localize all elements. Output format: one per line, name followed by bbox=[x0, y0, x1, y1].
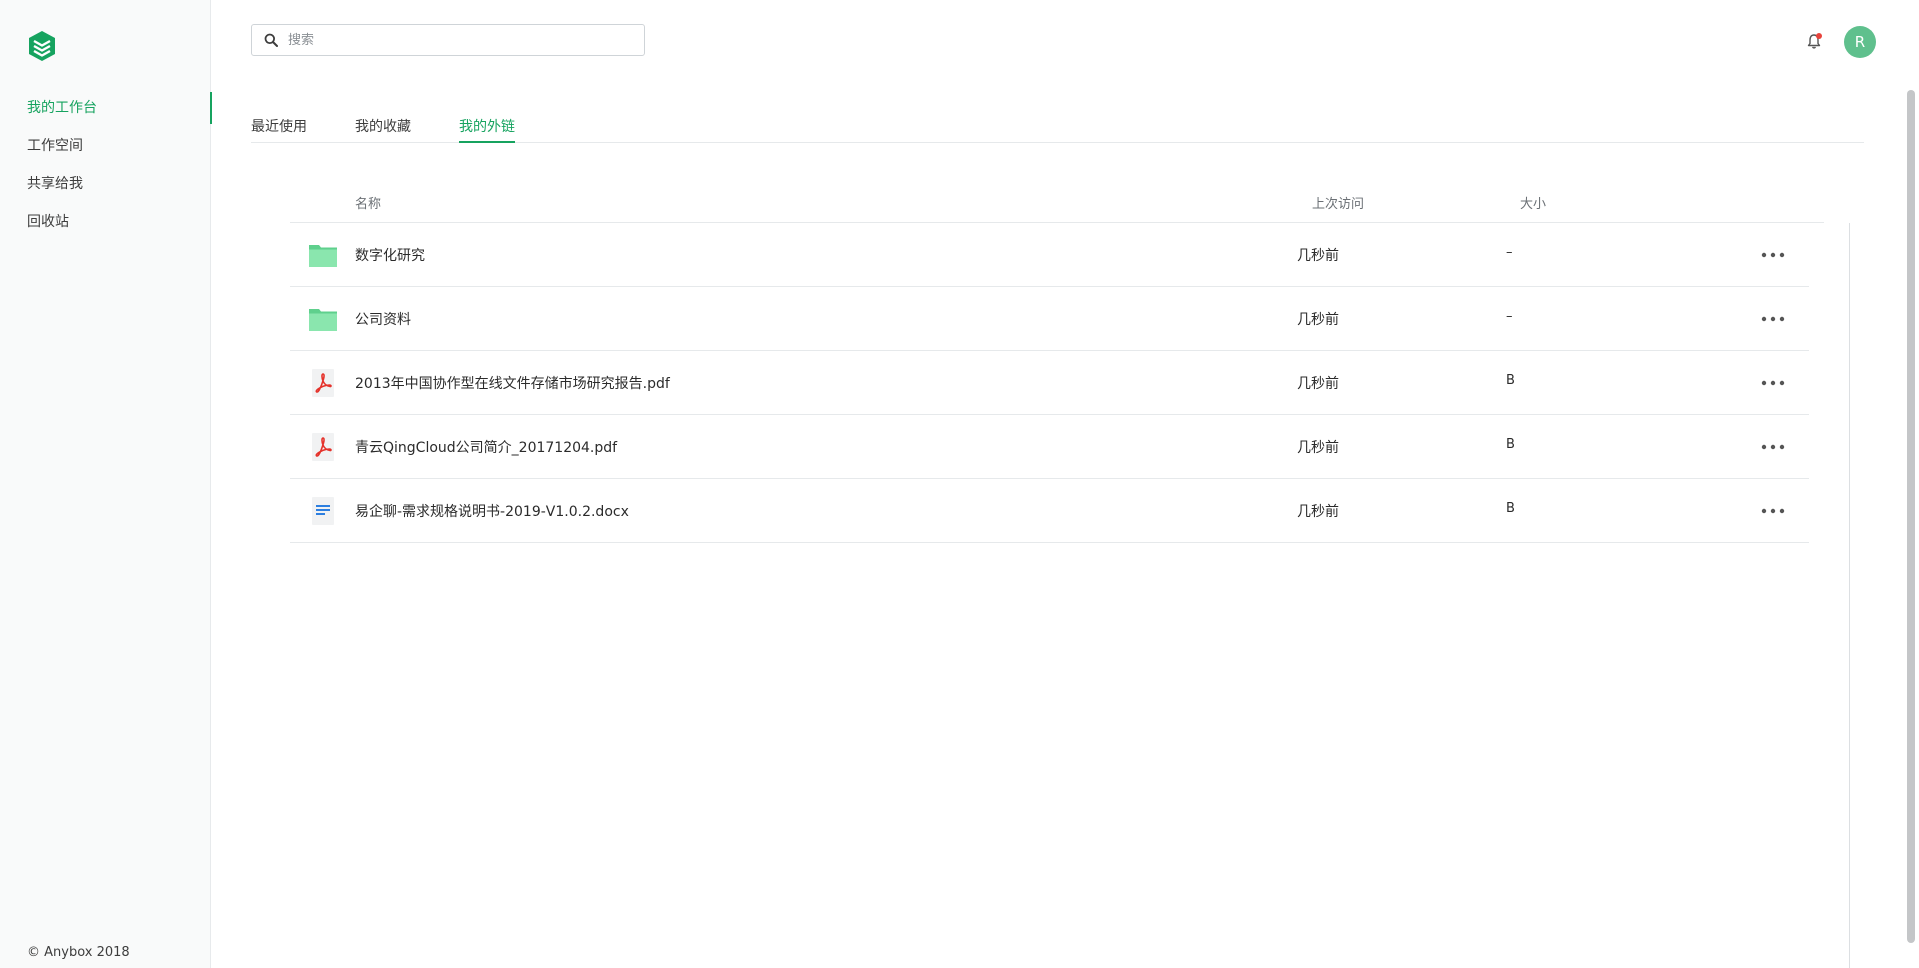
notification-badge bbox=[1816, 33, 1822, 39]
last-visit-time: 几秒前 bbox=[1297, 504, 1339, 520]
column-header-size[interactable]: 大小 bbox=[1520, 193, 1546, 212]
search-icon bbox=[264, 33, 278, 47]
last-visit-time: 几秒前 bbox=[1297, 440, 1339, 456]
copyright-text: © Anybox 2018 bbox=[27, 945, 130, 960]
page-scrollbar[interactable] bbox=[1907, 90, 1915, 943]
file-name[interactable]: 青云QingCloud公司简介_20171204.pdf bbox=[355, 437, 617, 457]
file-size: B bbox=[1506, 501, 1515, 516]
tab-external-links[interactable]: 我的外链 bbox=[459, 116, 515, 143]
sidebar: 我的工作台 工作空间 共享给我 回收站 © Anybox 2018 bbox=[0, 0, 212, 968]
more-options-icon[interactable] bbox=[1760, 373, 1786, 393]
file-size: B bbox=[1506, 373, 1515, 388]
table-row[interactable]: 易企聊-需求规格说明书-2019-V1.0.2.docx 几秒前 B bbox=[290, 479, 1809, 543]
pdf-file-icon bbox=[312, 433, 334, 461]
tab-recent[interactable]: 最近使用 bbox=[251, 116, 307, 143]
sidebar-item-recycle-bin[interactable]: 回收站 bbox=[0, 203, 211, 241]
sidebar-item-workspace[interactable]: 工作空间 bbox=[0, 127, 211, 165]
column-header-name[interactable]: 名称 bbox=[355, 193, 381, 212]
table-row[interactable]: 2013年中国协作型在线文件存储市场研究报告.pdf 几秒前 B bbox=[290, 351, 1809, 415]
avatar[interactable]: R bbox=[1844, 26, 1876, 58]
more-options-icon[interactable] bbox=[1760, 245, 1786, 265]
table-row[interactable]: 公司资料 几秒前 – bbox=[290, 287, 1809, 351]
last-visit-time: 几秒前 bbox=[1297, 312, 1339, 328]
table-row[interactable]: 青云QingCloud公司简介_20171204.pdf 几秒前 B bbox=[290, 415, 1809, 479]
search-input[interactable] bbox=[286, 25, 636, 55]
folder-icon bbox=[309, 309, 337, 331]
file-list: 数字化研究 几秒前 – 公司资料 几秒前 – 2013年中国协作型在线文件存储市… bbox=[290, 223, 1809, 543]
sidebar-nav: 我的工作台 工作空间 共享给我 回收站 bbox=[0, 89, 212, 241]
more-options-icon[interactable] bbox=[1760, 309, 1786, 329]
table-header: 名称 上次访问 大小 bbox=[290, 183, 1824, 223]
last-visit-time: 几秒前 bbox=[1297, 248, 1339, 264]
file-size: B bbox=[1506, 437, 1515, 452]
file-size: – bbox=[1506, 309, 1513, 324]
list-scroll-track bbox=[1849, 223, 1850, 968]
folder-icon bbox=[309, 245, 337, 267]
more-options-icon[interactable] bbox=[1760, 437, 1786, 457]
doc-file-icon bbox=[312, 497, 334, 525]
sidebar-item-shared-with-me[interactable]: 共享给我 bbox=[0, 165, 211, 203]
column-header-last-visit[interactable]: 上次访问 bbox=[1312, 193, 1364, 212]
pdf-file-icon bbox=[312, 369, 334, 397]
file-name[interactable]: 公司资料 bbox=[355, 309, 411, 329]
last-visit-time: 几秒前 bbox=[1297, 376, 1339, 392]
table-row[interactable]: 数字化研究 几秒前 – bbox=[290, 223, 1809, 287]
file-name[interactable]: 数字化研究 bbox=[355, 245, 425, 265]
file-name[interactable]: 易企聊-需求规格说明书-2019-V1.0.2.docx bbox=[355, 501, 629, 521]
file-name[interactable]: 2013年中国协作型在线文件存储市场研究报告.pdf bbox=[355, 373, 670, 393]
sidebar-item-my-workbench[interactable]: 我的工作台 bbox=[0, 89, 212, 127]
search-box[interactable] bbox=[251, 24, 645, 56]
anybox-logo-icon[interactable] bbox=[27, 30, 57, 62]
more-options-icon[interactable] bbox=[1760, 501, 1786, 521]
tab-bar: 最近使用 我的收藏 我的外链 bbox=[251, 110, 1864, 143]
file-size: – bbox=[1506, 245, 1513, 260]
tab-favorites[interactable]: 我的收藏 bbox=[355, 116, 411, 143]
notification-button[interactable] bbox=[1806, 33, 1822, 50]
